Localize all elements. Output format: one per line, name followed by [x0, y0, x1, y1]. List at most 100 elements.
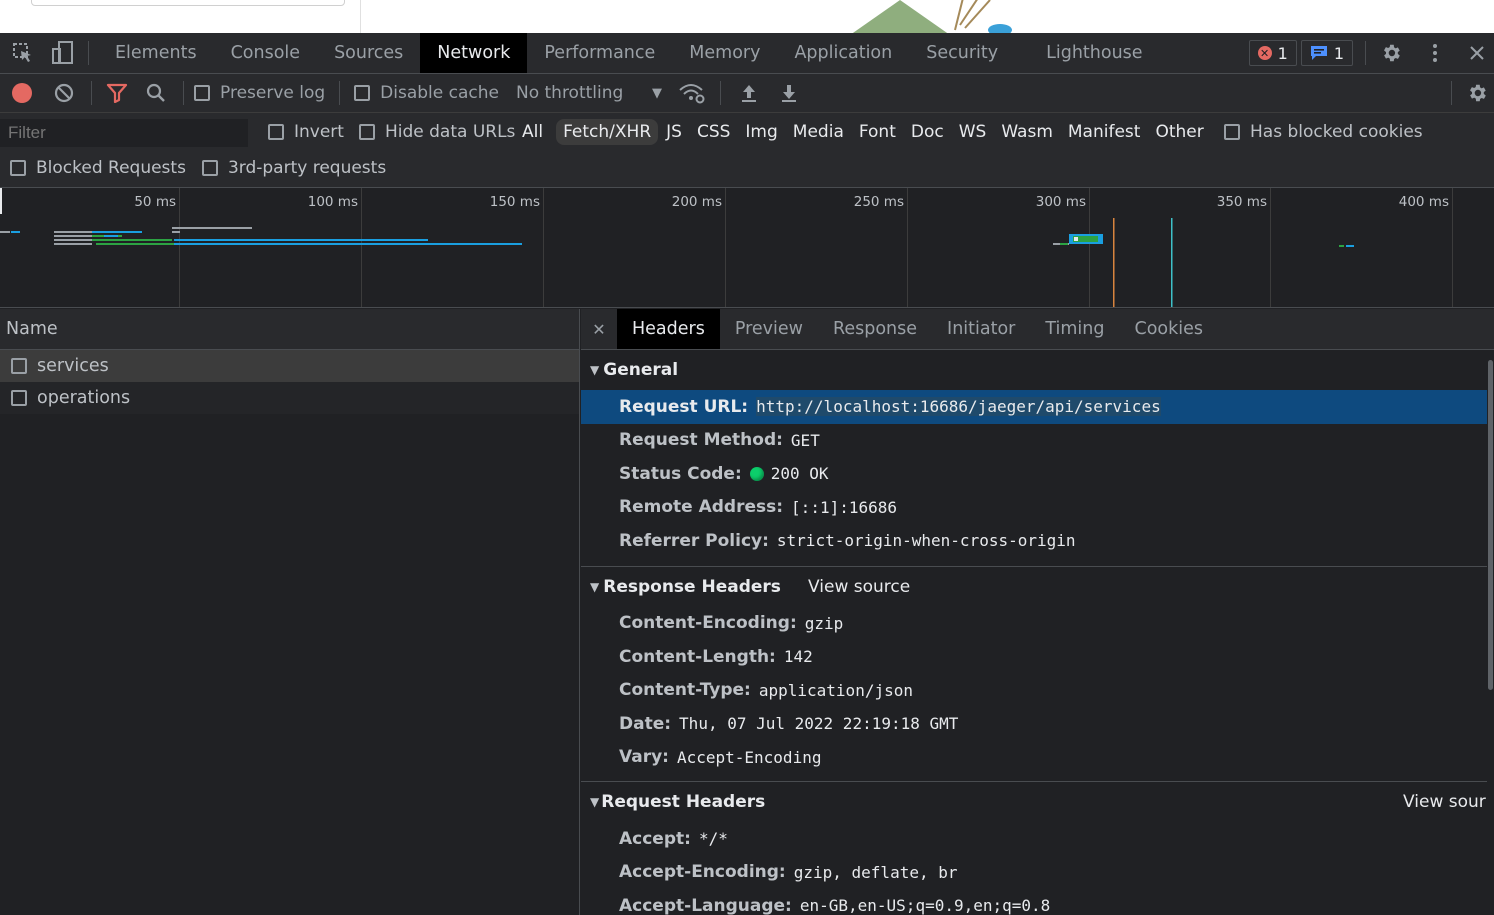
page-divider	[360, 0, 361, 33]
request-header-row[interactable]: Accept: */*	[581, 822, 1494, 856]
tab-lighthouse[interactable]: Lighthouse	[1029, 33, 1159, 73]
tab-initiator[interactable]: Initiator	[932, 309, 1030, 349]
checkbox-box[interactable]	[358, 124, 375, 140]
close-icon[interactable]	[1462, 38, 1492, 68]
checkbox-box[interactable]	[10, 160, 26, 176]
scrollbar-thumb[interactable]	[1488, 360, 1493, 690]
tab-elements[interactable]: Elements	[98, 33, 214, 73]
tab-cookies[interactable]: Cookies	[1119, 309, 1218, 349]
checkbox-box[interactable]	[268, 124, 284, 140]
gear-icon[interactable]	[1376, 38, 1406, 68]
tab-response[interactable]: Response	[818, 309, 932, 349]
request-header-row[interactable]: Accept-Encoding: gzip, deflate, br	[581, 856, 1494, 890]
response-header-row[interactable]: Content-Length: 142	[581, 640, 1494, 674]
response-header-row[interactable]: Content-Encoding: gzip	[581, 607, 1494, 641]
checkbox-box[interactable]	[194, 85, 210, 101]
request-row-services[interactable]: services	[0, 350, 579, 382]
throttling-value: No throttling	[515, 83, 624, 103]
type-filter-ws[interactable]: WS	[952, 119, 994, 145]
tab-memory[interactable]: Memory	[672, 33, 777, 73]
inspect-element-icon[interactable]	[8, 38, 38, 68]
type-filter-doc[interactable]: Doc	[904, 119, 951, 145]
tab-console[interactable]: Console	[214, 33, 317, 73]
filter-button[interactable]	[99, 74, 135, 113]
chevron-down-icon: ▼	[651, 85, 662, 101]
response-headers-header[interactable]: ▼ Response Headers View source	[581, 567, 1494, 607]
tab-headers[interactable]: Headers	[617, 309, 720, 349]
throttling-select[interactable]: No throttling ▼	[516, 83, 662, 103]
more-vertical-icon[interactable]	[1420, 38, 1450, 68]
header-key: Request URL:	[619, 396, 749, 417]
header-value: application/json	[758, 680, 913, 700]
request-method-row[interactable]: Request Method: GET	[581, 424, 1494, 458]
response-header-row[interactable]: Date: Thu, 07 Jul 2022 22:19:18 GMT	[581, 707, 1494, 741]
response-header-row[interactable]: Content-Type: application/json	[581, 674, 1494, 708]
checkbox-box[interactable]	[201, 160, 218, 176]
type-filter-other[interactable]: Other	[1148, 119, 1210, 145]
disable-cache-checkbox[interactable]: Disable cache	[354, 83, 499, 103]
invert-label: Invert	[294, 122, 344, 142]
type-filter-css[interactable]: CSS	[690, 119, 737, 145]
tab-performance[interactable]: Performance	[527, 33, 672, 73]
import-har-button[interactable]	[729, 74, 769, 113]
disable-cache-label: Disable cache	[380, 83, 499, 103]
third-party-requests-checkbox[interactable]: 3rd-party requests	[201, 158, 386, 178]
tab-application[interactable]: Application	[777, 33, 909, 73]
message-count-badge[interactable]: 1	[1300, 40, 1353, 66]
type-filter-wasm[interactable]: Wasm	[994, 119, 1060, 145]
checkbox-box[interactable]	[354, 85, 371, 101]
type-filter-manifest[interactable]: Manifest	[1061, 119, 1148, 145]
response-headers-section: ▼ Response Headers View source Content-E…	[581, 567, 1494, 782]
name-column-header[interactable]: Name	[0, 309, 579, 350]
request-row-operations[interactable]: operations	[0, 382, 579, 414]
tab-sources[interactable]: Sources	[317, 33, 420, 73]
tab-timing[interactable]: Timing	[1030, 309, 1119, 349]
view-source-link[interactable]: View source	[808, 577, 910, 597]
preserve-log-checkbox[interactable]: Preserve log	[194, 83, 325, 103]
preserve-log-label: Preserve log	[220, 83, 326, 103]
filter-input[interactable]	[0, 119, 248, 147]
network-overview-timeline[interactable]: 50 ms 100 ms 150 ms 200 ms 250 ms 300 ms…	[0, 188, 1494, 308]
type-filter-fetch-xhr[interactable]: Fetch/XHR	[556, 119, 659, 145]
network-conditions-button[interactable]	[672, 74, 712, 113]
view-source-link[interactable]: View sour	[1403, 792, 1486, 812]
error-count: 1	[1277, 43, 1288, 63]
type-filter-media[interactable]: Media	[786, 119, 851, 145]
request-headers-section: ▼ Request Headers View sour Accept: */* …	[581, 782, 1494, 915]
header-value: */*	[698, 829, 728, 849]
status-code-row[interactable]: Status Code: 200 OK	[581, 457, 1494, 491]
invert-checkbox[interactable]: Invert	[268, 122, 344, 142]
error-count-badge[interactable]: ✕ 1	[1248, 40, 1297, 66]
tab-network[interactable]: Network	[420, 33, 528, 73]
device-toolbar-icon[interactable]	[48, 38, 78, 68]
request-url-row[interactable]: Request URL: http://localhost:16686/jaeg…	[581, 390, 1487, 424]
caret-down-icon: ▼	[590, 363, 600, 377]
header-value: gzip, deflate, br	[793, 862, 958, 882]
general-section: ▼ General Request URL: http://localhost:…	[581, 350, 1494, 567]
type-filter-font[interactable]: Font	[852, 119, 903, 145]
network-settings-button[interactable]	[1460, 74, 1494, 113]
blocked-requests-checkbox[interactable]: Blocked Requests	[10, 158, 186, 178]
tabbar-separator	[1365, 41, 1366, 65]
search-button[interactable]	[135, 74, 177, 113]
remote-address-row[interactable]: Remote Address: [::1]:16686	[581, 491, 1494, 525]
request-headers-header[interactable]: ▼ Request Headers View sour	[581, 782, 1494, 822]
record-button[interactable]	[0, 74, 44, 113]
checkbox-box[interactable]	[1224, 124, 1240, 140]
hide-data-urls-checkbox[interactable]: Hide data URLs	[358, 122, 515, 142]
type-filter-all[interactable]: All	[515, 119, 550, 145]
general-section-header[interactable]: ▼ General	[581, 350, 1494, 390]
response-header-row[interactable]: Vary: Accept-Encoding	[581, 741, 1494, 775]
export-har-button[interactable]	[769, 74, 809, 113]
type-filter-js[interactable]: JS	[659, 119, 689, 145]
has-blocked-cookies-checkbox[interactable]: Has blocked cookies	[1224, 122, 1423, 142]
close-details-icon[interactable]: ✕	[581, 320, 617, 339]
type-filter-img[interactable]: Img	[738, 119, 784, 145]
request-header-row[interactable]: Accept-Language: en-GB,en-US;q=0.9,en;q=…	[581, 889, 1494, 915]
header-key: Content-Encoding:	[619, 613, 797, 634]
tab-security[interactable]: Security	[909, 33, 1015, 73]
tab-preview[interactable]: Preview	[720, 309, 818, 349]
clear-button[interactable]	[44, 74, 84, 113]
referrer-policy-row[interactable]: Referrer Policy: strict-origin-when-cros…	[581, 524, 1494, 558]
details-scrollbar[interactable]	[1487, 350, 1494, 915]
